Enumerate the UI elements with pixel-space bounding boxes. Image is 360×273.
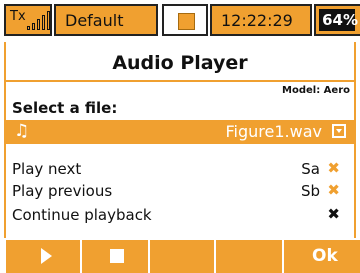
cross-icon[interactable]: ✖: [327, 205, 340, 223]
model-name: Default: [65, 11, 124, 30]
dropdown-icon[interactable]: [332, 124, 346, 138]
clock-time: 12:22:29: [221, 11, 293, 30]
option-label: Continue playback: [12, 206, 152, 224]
transmitter-signal: Tx: [4, 4, 52, 36]
battery-percent: 64%: [322, 11, 358, 29]
option-label: Play next: [12, 160, 82, 178]
model-label: Model: Aero: [282, 85, 350, 96]
function-key-bar: Ok: [0, 240, 360, 273]
file-select-row[interactable]: ♫ Figure1.wav: [6, 120, 354, 144]
play-next-row[interactable]: Play next Sa ✖: [12, 159, 342, 180]
option-label: Play previous: [12, 182, 113, 200]
indicator-square-icon: [178, 13, 195, 30]
function-key-4[interactable]: [216, 240, 282, 273]
ok-label: Ok: [312, 246, 338, 266]
stop-icon: [110, 249, 124, 263]
audio-player-screen: Tx Default 12:22:29 64% Audio Player Mod…: [0, 0, 360, 273]
music-note-icon: ♫: [14, 121, 30, 141]
indicator-tile: [162, 4, 208, 36]
title-divider: [4, 80, 356, 82]
tx-label: Tx: [10, 9, 26, 24]
switch-value[interactable]: Sb: [301, 182, 320, 200]
play-icon: [41, 248, 52, 264]
page-title: Audio Player: [112, 52, 248, 74]
file-name: Figure1.wav: [225, 122, 322, 141]
function-key-3[interactable]: [150, 240, 214, 273]
cross-icon: ✖: [327, 181, 340, 199]
continue-playback-row[interactable]: Continue playback ✖: [12, 205, 342, 226]
model-name-tile: Default: [54, 4, 158, 36]
cross-icon: ✖: [327, 159, 340, 177]
switch-value[interactable]: Sa: [301, 160, 320, 178]
battery-tile: 64%: [314, 4, 360, 36]
clock-tile: 12:22:29: [210, 4, 312, 36]
select-file-label: Select a file:: [12, 99, 118, 117]
play-previous-row[interactable]: Play previous Sb ✖: [12, 181, 342, 202]
status-bar: Tx Default 12:22:29 64%: [0, 0, 360, 42]
